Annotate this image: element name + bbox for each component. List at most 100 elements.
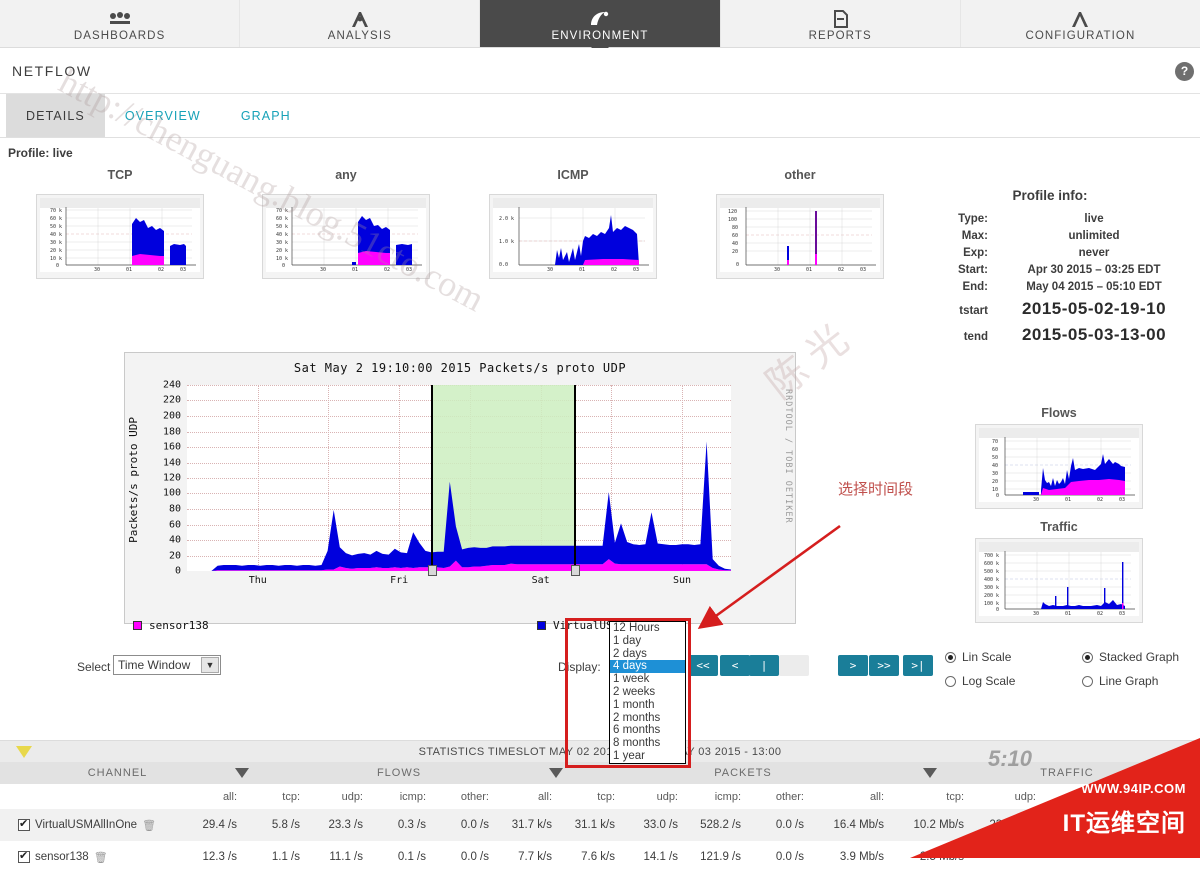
nav-label: ENVIRONMENT: [551, 30, 649, 42]
row-channel-name: VirtualUSMAllInOne: [35, 819, 138, 831]
svg-text:0: 0: [282, 263, 285, 269]
thumbnail-image[interactable]: 120 100 80 60 40 20 0 30 01 02 03: [716, 194, 884, 279]
group-header-traffic: TRAFFIC: [1040, 767, 1094, 779]
svg-text:02: 02: [1097, 497, 1103, 502]
thumbnail-image[interactable]: 2.0 k 1.0 k 0.0 30 01 02 03: [489, 194, 657, 279]
table-row[interactable]: sensor138 🗑 12.3 /s 1.1 /s 11.1 /s 0.1 /…: [0, 841, 1200, 873]
radio-button[interactable]: [1082, 651, 1093, 663]
series-VirtualUSMAllInOne: [187, 441, 731, 571]
profile-info-key: Start:: [957, 264, 988, 276]
thumbnail-icmp[interactable]: ICMP 2.0 k 1.0 k 0.0 30 01 02 03: [489, 168, 657, 279]
selection-start-bar[interactable]: [427, 385, 437, 576]
svg-text:50 k: 50 k: [50, 224, 62, 230]
thumbnail-traffic[interactable]: Traffic 700 k 600 k 500 k 400 k 300 k 200 k …: [975, 520, 1143, 623]
subheader-traffic-udp: udp:: [1014, 790, 1036, 803]
nav-item-reports[interactable]: REPORTS: [720, 0, 961, 47]
subheader-packets-udp: udp:: [656, 790, 678, 803]
center-button[interactable]: |: [749, 655, 779, 676]
svg-text:02: 02: [158, 267, 164, 272]
thumbnail-image[interactable]: 70 k 60 k 50 k 40 k 30 k 20 k 10 k0 30 0…: [262, 194, 430, 279]
select-value: Time Window: [118, 658, 191, 672]
selection-end-handle[interactable]: [571, 565, 581, 576]
subheader-packets-all: all:: [537, 790, 552, 803]
radio-button[interactable]: [945, 675, 956, 687]
forward-button[interactable]: >>: [869, 655, 899, 676]
svg-text:03: 03: [1119, 611, 1125, 616]
profile-info-value: never: [1078, 247, 1110, 259]
radio-button[interactable]: [945, 651, 956, 663]
collapse-toggle-icon[interactable]: [16, 746, 32, 758]
thumbnail-flows[interactable]: Flows 70 60 50 40 30 20 10 0 30 01 02 03: [975, 406, 1143, 509]
radio-log-scale[interactable]: Log Scale: [945, 674, 1015, 688]
svg-text:01: 01: [579, 267, 585, 272]
cell-flows-all: 12.3 /s: [202, 851, 237, 863]
subheader-flows-udp: udp:: [341, 790, 363, 803]
thumbnail-image[interactable]: 700 k 600 k 500 k 400 k 300 k 200 k 100 k0: [975, 538, 1143, 623]
sort-arrow-flows-icon[interactable]: [235, 768, 249, 778]
sort-arrow-traffic-icon[interactable]: [923, 768, 937, 778]
svg-text:0: 0: [996, 607, 999, 613]
svg-text:30: 30: [1033, 611, 1039, 616]
nav-item-dashboards[interactable]: DASHBOARDS: [0, 0, 241, 47]
cell-packets-other: 0.0 /s: [775, 851, 804, 863]
next-button[interactable]: >: [838, 655, 868, 676]
profile-info-value: May 04 2015 – 05:10 EDT: [1026, 281, 1162, 293]
subheader-packets-icmp: icmp:: [714, 790, 741, 803]
cell-packets-icmp: 121.9 /s: [700, 851, 741, 863]
delete-icon[interactable]: 🗑: [142, 819, 156, 832]
profile-info-row-end: End: May 04 2015 – 05:10 EDT: [900, 281, 1200, 293]
thumbnail-image[interactable]: 70 60 50 40 30 20 10 0 30 01 02 03: [975, 424, 1143, 509]
cell-packets-all: 7.7 k/s: [518, 851, 552, 863]
chevron-down-icon[interactable]: ▼: [201, 657, 219, 673]
svg-text:10 k: 10 k: [276, 256, 288, 262]
radio-stacked-graph[interactable]: Stacked Graph: [1082, 650, 1179, 664]
profile-info-panel: Profile info: Type: live Max: unlimited …: [900, 188, 1200, 345]
help-icon[interactable]: ?: [1175, 62, 1194, 81]
tstart-label: tstart: [959, 305, 988, 317]
thumbnail-tcp[interactable]: TCP 70 k 60 k 50 k 40 k 30 k 20 k 10 k0: [36, 168, 204, 279]
thumbnail-any[interactable]: any 70 k 60 k 50 k 40 k 30 k 20 k 10 k0: [262, 168, 430, 279]
svg-text:30: 30: [94, 267, 100, 272]
svg-text:03: 03: [180, 267, 186, 272]
last-button[interactable]: >|: [903, 655, 933, 676]
radio-lin-scale[interactable]: Lin Scale: [945, 650, 1015, 664]
y-tick: 240: [162, 379, 181, 391]
tab-overview[interactable]: OVERVIEW: [105, 94, 221, 137]
graph-plot-area[interactable]: 240 220 200 180 160 140 120 100 80 60 40…: [163, 380, 731, 586]
nav-item-analysis[interactable]: ANALYSIS: [240, 0, 481, 47]
thumbnail-other[interactable]: other 120 100 80 60 40 20 0 30 01 02 03: [716, 168, 884, 279]
nav-item-configuration[interactable]: CONFIGURATION: [960, 0, 1200, 47]
delete-icon[interactable]: 🗑: [94, 851, 108, 864]
graph-series: [187, 441, 731, 571]
legend-swatch: [133, 621, 142, 630]
radio-line-graph[interactable]: Line Graph: [1082, 674, 1179, 688]
row-checkbox[interactable]: [18, 817, 30, 831]
x-tick: Sat: [531, 575, 550, 586]
first-button[interactable]: <<: [688, 655, 718, 676]
nav-label: ANALYSIS: [327, 30, 392, 42]
y-tick: 60: [168, 519, 181, 530]
profile-info-row-max: Max: unlimited: [900, 230, 1200, 242]
selection-start-handle[interactable]: [427, 565, 437, 576]
row-channel-name: sensor138: [35, 851, 89, 863]
tab-graph[interactable]: GRAPH: [221, 94, 311, 137]
cell-packets-tcp: 7.6 k/s: [581, 851, 615, 863]
svg-text:0.0: 0.0: [499, 262, 508, 268]
sort-arrow-packets-icon[interactable]: [549, 768, 563, 778]
table-row[interactable]: VirtualUSMAllInOne 🗑 29.4 /s 5.8 /s 23.3…: [0, 809, 1200, 841]
tend-label: tend: [963, 331, 988, 343]
tab-details[interactable]: DETAILS: [6, 94, 105, 137]
prev-button[interactable]: <: [720, 655, 750, 676]
svg-text:01: 01: [1065, 611, 1071, 616]
nav-label: DASHBOARDS: [73, 30, 166, 42]
time-window-select[interactable]: Time Window ▼: [113, 655, 221, 675]
row-channel-cell: VirtualUSMAllInOne 🗑: [0, 817, 180, 832]
radio-label: Line Graph: [1099, 674, 1159, 688]
nav-item-environment[interactable]: ENVIRONMENT: [480, 0, 721, 56]
thumbnail-image[interactable]: 70 k 60 k 50 k 40 k 30 k 20 k 10 k0 30 0…: [36, 194, 204, 279]
svg-text:30 k: 30 k: [50, 240, 62, 246]
radio-button[interactable]: [1082, 675, 1093, 687]
row-checkbox[interactable]: [18, 849, 30, 863]
selection-end-bar[interactable]: [571, 385, 581, 576]
profile-info-key: Type:: [958, 213, 988, 225]
